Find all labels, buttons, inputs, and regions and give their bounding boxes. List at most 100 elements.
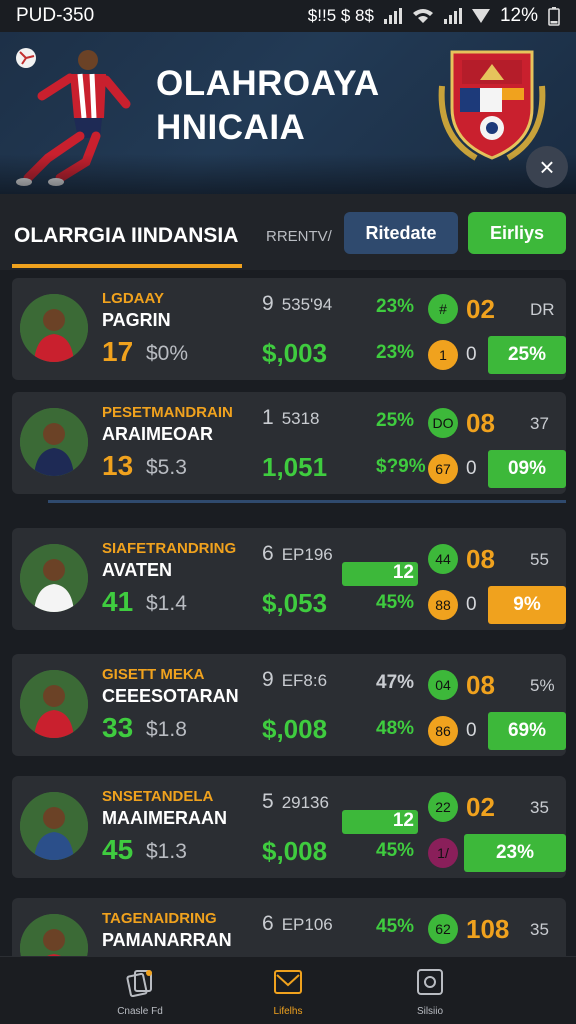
row-action-button[interactable]: 9% [488,586,566,624]
avatar [20,294,88,362]
title-line-1: OLAHROAYA [156,64,380,103]
row-big-number: 08 [466,544,495,574]
row-badge-1: 62 [428,914,458,944]
row-code-b: 535'94 [281,295,333,314]
player-row[interactable]: TAGENAIDRING PAMANARRAN 6 EP106 45% 62 10… [12,898,566,956]
envelope-icon [274,970,302,994]
tab-main[interactable]: OLARRGIA IINDANSIA [14,224,238,248]
row-action-button[interactable]: 69% [488,712,566,750]
row-zero: 0 [466,344,477,365]
row-big-number: 108 [466,914,510,944]
player-row[interactable]: SNSETANDELA MAAIMERAAN 45 $1.3 5 29136 $,… [12,776,566,878]
row-right-value: 37 [530,414,549,433]
row-badge-1: 44 [428,544,458,574]
player-name: CEEESOTARAN [102,686,239,706]
row-right-value: 35 [530,798,549,817]
page-title: OLAHROAYA HNICAIA [156,62,380,150]
row-pct-1: 47% [376,672,415,693]
player-price: $5.3 [146,456,187,479]
nav-item-cards[interactable]: Cnasle Fd [80,967,200,1017]
row-code-b: 5318 [281,409,320,428]
row-big-number: 02 [466,294,495,324]
player-row[interactable]: GISETT MEKA CEEESOTARAN 33 $1.8 9 EF8:6 $… [12,654,566,756]
row-label: SIAFETRANDRING [102,540,237,557]
player-row[interactable]: LGDAAY PAGRIN 17 $0% 9 535'94 $,003 23% 2… [12,278,566,380]
row-badge-1: 22 [428,792,458,822]
row-label: LGDAAY [102,290,164,307]
row-right-value: 5% [530,676,555,695]
avatar [20,670,88,738]
row-code-a: 9 [262,292,274,315]
avatar [20,914,88,956]
section-divider [48,500,566,503]
row-code: 6 EP106 [262,912,333,936]
nav-item-settings[interactable]: Silsiio [370,967,490,1017]
signal-icon [383,8,402,24]
filter-button-blue[interactable]: Ritedate [344,212,458,254]
avatar [20,408,88,476]
player-number: 13 [102,450,134,481]
close-button[interactable]: × [526,146,568,188]
row-label: GISETT MEKA [102,666,205,683]
player-row[interactable]: SIAFETRANDRING AVATEN 41 $1.4 6 EP196 $,0… [12,528,566,630]
row-money: $,053 [262,588,328,618]
tab-active-indicator [12,264,242,268]
player-name: PAGRIN [102,310,171,330]
player-price: $0% [146,342,189,365]
row-badge-2: 67 [428,454,458,484]
row-badge-1: DO [428,408,458,438]
tab-bar: OLARRGIA IINDANSIA RRENTV/ Ritedate Eirl… [0,194,576,270]
row-action-button[interactable]: 25% [488,336,566,374]
row-label: TAGENAIDRING [102,910,217,927]
status-icons: $!!5 $ 8$ 12% [308,5,560,27]
club-crest-icon [438,50,546,161]
player-name: AVATEN [102,560,172,580]
title-line-2: HNICAIA [156,108,306,147]
row-progress-bar: 12 [342,810,418,834]
avatar [20,792,88,860]
player-row[interactable]: PESETMANDRAIN ARAIMEOAR 13 $5.3 1 5318 1,… [12,392,566,494]
row-code: 6 EP196 [262,542,333,566]
row-code-a: 6 [262,542,274,565]
player-price: $1.3 [146,840,187,863]
player-number: 17 [102,336,134,367]
row-zero: 0 [466,720,477,741]
row-progress-bar: 12 [342,562,418,586]
player-name: MAAIMERAAN [102,808,227,828]
row-pct-2: 23% [376,342,415,363]
row-big-number: 08 [466,670,495,700]
player-number: 45 [102,834,134,865]
filter-button-green[interactable]: Eirliys [468,212,566,254]
row-right-value: 55 [530,550,549,569]
row-big-number: 08 [466,408,495,438]
row-badge-1: # [428,294,458,324]
square-icon [417,969,443,995]
row-label: PESETMANDRAIN [102,404,233,421]
avatar [20,544,88,612]
row-code-b: EP196 [281,545,333,564]
player-list: LGDAAY PAGRIN 17 $0% 9 535'94 $,003 23% 2… [0,270,576,956]
row-money: $,008 [262,836,328,866]
row-code-b: EP106 [281,915,333,934]
tab-prev[interactable]: RRENTV/ [266,228,332,245]
row-code: 9 EF8:6 [262,668,327,692]
signal-icon-2 [443,8,462,24]
row-action-button[interactable]: 23% [464,834,566,872]
data-triangle-icon [471,9,490,23]
row-code: 1 5318 [262,406,320,430]
row-action-button[interactable]: 09% [488,450,566,488]
row-code: 9 535'94 [262,292,332,316]
row-pct-1: 25% [376,410,415,431]
row-money: 1,051 [262,452,328,482]
battery-icon [548,7,560,26]
hero-header: OLAHROAYA HNICAIA × [0,32,576,194]
row-pct-2: 45% [376,592,415,613]
nav-item-mail[interactable]: Lifelhs [228,967,348,1017]
bottom-nav: Cnasle Fd Lifelhs Silsiio [0,956,576,1024]
row-code-b: EF8:6 [281,671,328,690]
row-money: $,008 [262,714,328,744]
row-money: $,003 [262,338,328,368]
nav-label-cards: Cnasle Fd [117,1006,163,1017]
row-code-a: 9 [262,668,274,691]
battery-text: 12% [499,5,538,26]
